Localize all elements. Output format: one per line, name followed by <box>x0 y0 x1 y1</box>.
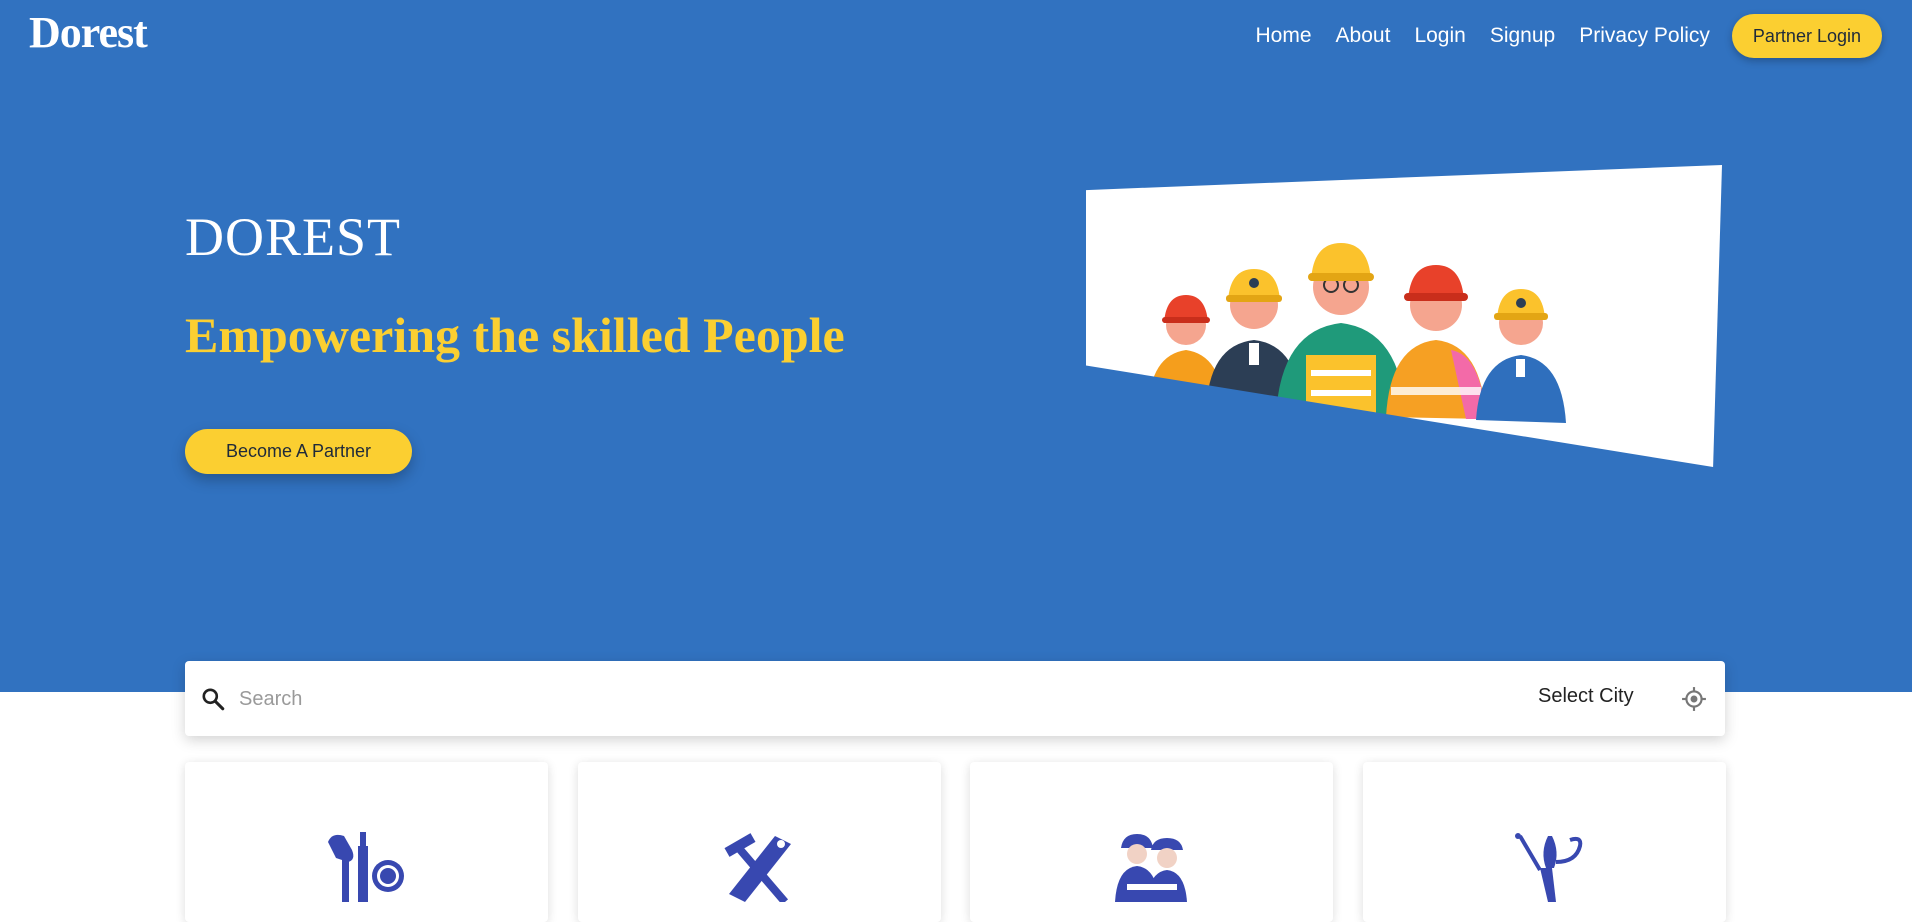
worker-5 <box>1476 289 1566 423</box>
hero-section: Dorest Home About Login Signup Privacy P… <box>0 0 1912 692</box>
electrician-tools-icon <box>1515 833 1583 902</box>
locate-icon[interactable] <box>1681 686 1707 712</box>
category-card-mechanics[interactable] <box>970 762 1333 922</box>
nav-home[interactable]: Home <box>1256 13 1312 59</box>
worker-3 <box>1276 243 1406 417</box>
top-nav: Home About Login Signup Privacy Policy P… <box>1256 13 1882 59</box>
workers-illustration <box>1086 165 1722 467</box>
category-card-makeup[interactable] <box>185 762 548 922</box>
worker-1 <box>1148 295 1224 410</box>
logo-text: Dorest <box>29 8 148 57</box>
search-bar: Select City <box>185 661 1725 736</box>
worker-4 <box>1386 265 1486 419</box>
nav-login[interactable]: Login <box>1414 13 1465 59</box>
category-card-carpentry[interactable] <box>578 762 941 922</box>
search-input[interactable] <box>237 678 1241 720</box>
become-partner-button[interactable]: Become A Partner <box>185 429 412 474</box>
select-city-dropdown[interactable]: Select City <box>1538 685 1634 708</box>
search-icon[interactable] <box>200 686 226 712</box>
mechanics-icon <box>1115 834 1187 902</box>
category-card-electrician[interactable] <box>1363 762 1726 922</box>
partner-login-button[interactable]: Partner Login <box>1731 14 1882 58</box>
hero-title: DOREST <box>185 207 402 267</box>
hero-tagline: Empowering the skilled People <box>185 307 845 363</box>
logo[interactable]: Dorest <box>29 6 148 58</box>
makeup-icon <box>328 832 404 902</box>
nav-signup[interactable]: Signup <box>1490 13 1555 59</box>
nav-privacy-policy[interactable]: Privacy Policy <box>1579 13 1710 59</box>
carpentry-tools-icon <box>724 833 791 902</box>
nav-about[interactable]: About <box>1336 13 1391 59</box>
